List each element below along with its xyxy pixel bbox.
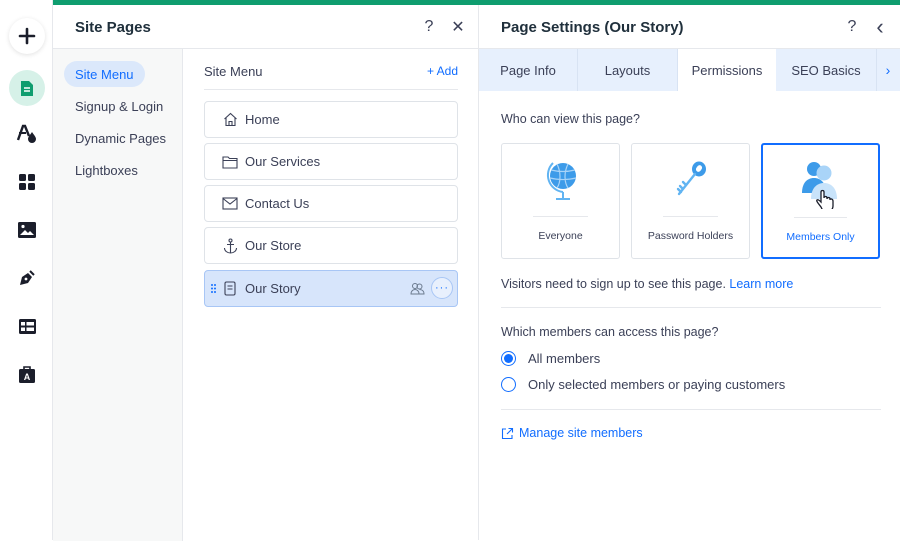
section-divider [501, 307, 881, 308]
site-pages-body: Site Menu Signup & Login Dynamic Pages L… [53, 48, 478, 541]
nav-item-lightboxes[interactable]: Lightboxes [64, 157, 149, 183]
business-button[interactable]: A [9, 356, 45, 392]
pages-list: Site Menu + Add Home Our Services Contac… [183, 49, 478, 541]
hint-text: Visitors need to sign up to see this pag… [501, 277, 726, 291]
tab-page-info[interactable]: Page Info [479, 49, 578, 91]
option-password-holders[interactable]: Password Holders [631, 143, 750, 259]
key-icon [676, 161, 706, 196]
external-link-icon [501, 427, 514, 439]
pen-icon [20, 270, 35, 285]
page-icon [221, 280, 239, 298]
row-actions: ··· [410, 277, 453, 299]
help-icon[interactable]: ? [842, 17, 862, 37]
page-label: Our Services [245, 154, 321, 169]
tab-layouts[interactable]: Layouts [578, 49, 678, 91]
option-label: Members Only [786, 231, 855, 243]
more-actions-button[interactable]: ··· [431, 277, 453, 299]
list-header-title: Site Menu [204, 64, 263, 79]
panel-title: Site Pages [75, 19, 151, 36]
tabs-scroll-right-icon[interactable]: › [877, 49, 899, 91]
card-divider [794, 217, 847, 218]
who-can-view-label: Who can view this page? [501, 112, 640, 126]
nav-item-site-menu[interactable]: Site Menu [64, 61, 145, 87]
svg-text:A: A [24, 372, 31, 382]
site-pages-nav: Site Menu Signup & Login Dynamic Pages L… [53, 49, 183, 541]
page-label: Our Story [245, 281, 301, 296]
media-button[interactable] [9, 212, 45, 248]
design-button[interactable] [9, 116, 45, 152]
page-row-our-store[interactable]: Our Store [204, 227, 458, 264]
list-header: Site Menu + Add [204, 64, 458, 90]
home-icon [221, 111, 239, 129]
page-label: Our Store [245, 238, 302, 253]
radio-label: Only selected members or paying customer… [528, 377, 786, 392]
mail-icon [221, 195, 239, 213]
left-toolbar: A [0, 0, 53, 540]
radio-button[interactable] [501, 351, 516, 366]
page-row-contact-us[interactable]: Contact Us [204, 185, 458, 222]
apps-button[interactable] [9, 164, 45, 200]
anchor-icon [221, 237, 239, 255]
page-row-our-services[interactable]: Our Services [204, 143, 458, 180]
nav-item-signup-login[interactable]: Signup & Login [64, 93, 174, 119]
back-icon[interactable]: ‹ [870, 14, 890, 39]
folder-icon [221, 153, 239, 171]
page-label: Contact Us [245, 196, 310, 211]
add-page-button[interactable]: + Add [427, 64, 458, 78]
add-elements-button[interactable] [9, 18, 45, 54]
members-permission-icon[interactable] [410, 282, 425, 295]
page-row-home[interactable]: Home [204, 101, 458, 138]
panel-title: Page Settings (Our Story) [501, 19, 684, 36]
page-settings-panel: Page Settings (Our Story) ? ‹ Page Info … [478, 5, 900, 540]
table-icon [18, 318, 36, 334]
globe-icon [546, 162, 576, 200]
which-members-label: Which members can access this page? [501, 325, 719, 339]
manage-site-members-link[interactable]: Manage site members [501, 426, 643, 440]
page-label: Home [245, 112, 280, 127]
site-pages-panel: Site Pages ? ✕ Site Menu Signup & Login … [53, 5, 478, 541]
apps-grid-icon [19, 174, 35, 190]
settings-tabs: Page Info Layouts Permissions SEO Basics… [479, 48, 900, 92]
briefcase-icon: A [19, 366, 35, 383]
option-label: Everyone [538, 230, 583, 242]
learn-more-link[interactable]: Learn more [729, 277, 793, 291]
option-label: Password Holders [647, 230, 734, 242]
theme-icon [16, 124, 36, 143]
page-icon [21, 80, 33, 96]
plus-icon [18, 27, 36, 45]
members-icon [801, 162, 837, 209]
close-icon[interactable]: ✕ [448, 17, 468, 37]
radio-all-members[interactable]: All members [501, 351, 600, 366]
page-row-our-story[interactable]: Our Story ··· [204, 270, 458, 307]
pages-button[interactable] [9, 70, 45, 106]
nav-item-dynamic-pages[interactable]: Dynamic Pages [64, 125, 177, 151]
option-everyone[interactable]: Everyone [501, 143, 620, 259]
drag-handle-icon[interactable] [211, 284, 216, 293]
members-hint: Visitors need to sign up to see this pag… [501, 277, 793, 291]
radio-selected-members[interactable]: Only selected members or paying customer… [501, 377, 785, 392]
radio-label: All members [528, 351, 601, 366]
help-icon[interactable]: ? [419, 17, 439, 37]
radio-button[interactable] [501, 377, 516, 392]
tab-seo-basics[interactable]: SEO Basics [776, 49, 877, 91]
card-divider [533, 216, 588, 217]
manage-link-label: Manage site members [519, 426, 643, 440]
image-icon [18, 222, 36, 238]
option-members-only[interactable]: Members Only [761, 143, 880, 259]
card-divider [663, 216, 718, 217]
cms-button[interactable] [9, 308, 45, 344]
section-divider [501, 409, 881, 410]
blog-button[interactable] [9, 260, 45, 296]
tab-permissions[interactable]: Permissions [678, 49, 776, 92]
